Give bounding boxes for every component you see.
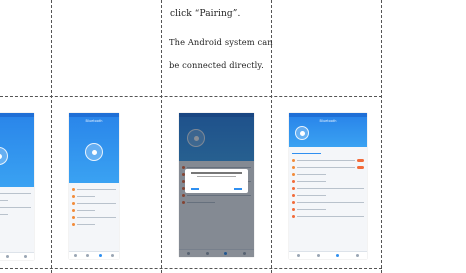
instruction-line-1: click “Pairing”.: [170, 9, 241, 19]
grid-line-v1: [51, 0, 52, 273]
grid-line-h1: [0, 96, 382, 97]
cancel-button[interactable]: [191, 188, 199, 190]
bluetooth-scan-icon: [85, 143, 103, 161]
grid-line-h2: [0, 268, 382, 269]
bluetooth-scan-icon: [0, 147, 8, 165]
pair-button[interactable]: [234, 188, 242, 190]
device-icon: [295, 126, 309, 140]
phone-screenshot-3: [179, 113, 254, 257]
grid-line-v4: [381, 0, 382, 273]
instruction-line-2: The Android system can: [169, 37, 273, 47]
toggle-switch[interactable]: [357, 159, 364, 162]
screen-title: Bluetooth: [319, 119, 337, 123]
grid-line-v2: [161, 0, 162, 273]
phone-screenshot-4: Bluetooth: [289, 113, 367, 259]
pairing-request-dialog: [185, 169, 248, 193]
instruction-line-3: be connected directly.: [169, 60, 264, 70]
toggle-switch[interactable]: [357, 166, 364, 169]
phone-screenshot-2: Bluetooth: [69, 113, 119, 259]
phone-screenshot-1: [0, 113, 34, 260]
screen-title: Bluetooth: [85, 119, 103, 123]
